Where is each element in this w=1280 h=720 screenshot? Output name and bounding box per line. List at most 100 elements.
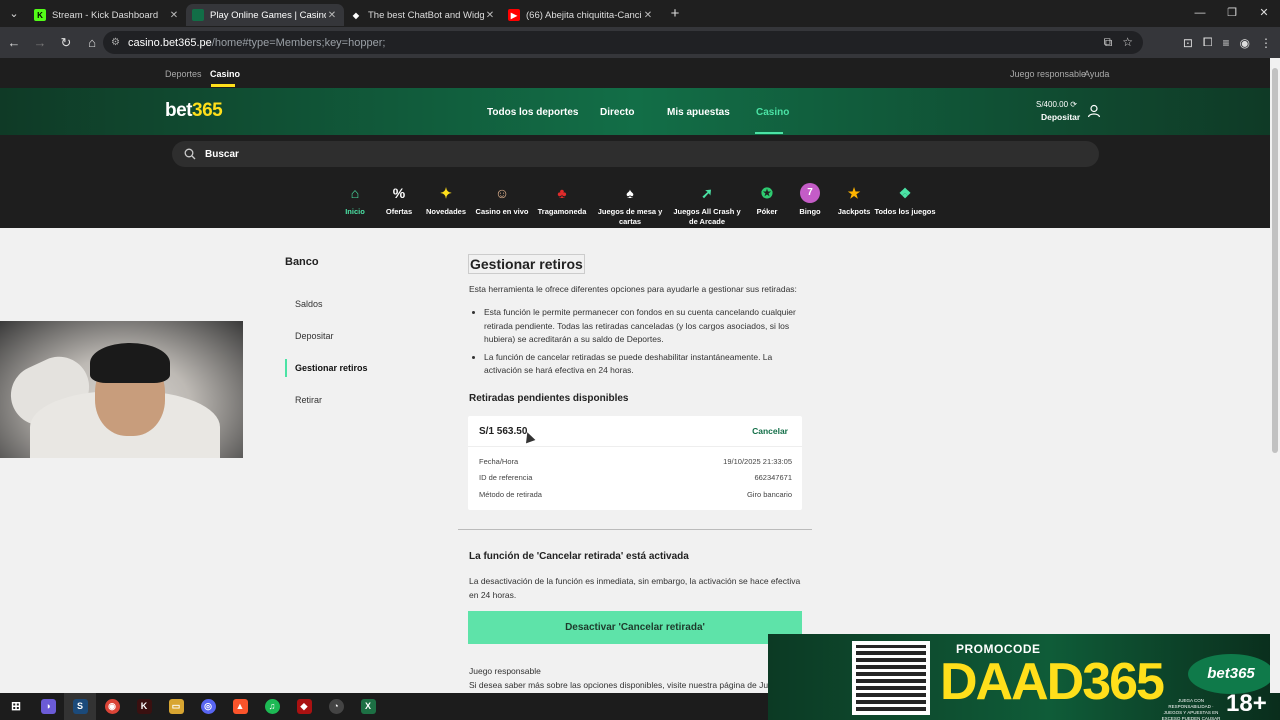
responsible-gaming-title: Juego responsable [469, 666, 541, 676]
reload-icon[interactable]: ↻ [54, 35, 78, 51]
window-controls: — ❐ ✕ [1184, 0, 1280, 27]
chrome-icon[interactable]: ◉ [96, 693, 128, 720]
tab-close-icon[interactable]: ✕ [484, 10, 496, 21]
new-tab-plus-icon[interactable]: + [664, 5, 686, 22]
nav-my-bets[interactable]: Mis apuestas [667, 107, 730, 118]
category-todos-los-juegos[interactable]: ❖ Todos los juegos [870, 183, 940, 217]
detail-row-reference: ID de referencia 662347671 [479, 473, 792, 482]
account-balance[interactable]: S/400.00 ⟳ [1036, 100, 1077, 109]
game-app-icon[interactable]: ◆ [288, 693, 320, 720]
webcam-hair [90, 343, 170, 383]
page-scrollbar[interactable] [1270, 58, 1280, 693]
promo-bet365-logo: bet365 [1188, 654, 1274, 694]
address-bar[interactable]: ⚙ casino.bet365.pe /home#type=Members;ke… [103, 31, 1143, 54]
brave-icon[interactable]: ▲ [224, 693, 256, 720]
bullet-item: Esta función le permite permanecer con f… [484, 306, 804, 347]
promo-disclaimer: JUEGA CON RESPONSABILIDAD · JUEGOS Y APU… [1161, 698, 1221, 720]
nav-all-sports[interactable]: Todos los deportes [487, 107, 579, 118]
profile-avatar-icon[interactable]: ◉ [1240, 36, 1250, 50]
category-tragamoneda[interactable]: ♣ Tragamoneda [527, 183, 597, 217]
bookmark-star-icon[interactable]: ☆ [1122, 35, 1133, 50]
top-link-help[interactable]: Ayuda [1084, 69, 1109, 79]
youtube-favicon-icon: ▶ [508, 9, 520, 21]
site-info-icon[interactable]: ⚙ [111, 37, 120, 48]
sidebar-item-saldos[interactable]: Saldos [285, 295, 425, 313]
nav-casino[interactable]: Casino [756, 107, 789, 118]
deactivate-cancel-withdrawal-button[interactable]: Desactivar 'Cancelar retirada' [468, 611, 802, 644]
search-row [0, 135, 1270, 173]
tab-bet365-casino[interactable]: Play Online Games | Casino, Ro ✕ [186, 4, 344, 26]
browser-toolbar: ← → ↻ ⌂ ⚙ casino.bet365.pe /home#type=Me… [0, 27, 1280, 58]
sidebar-item-retirar[interactable]: Retirar [285, 391, 425, 409]
category-label: Tragamoneda [537, 207, 587, 216]
search-input[interactable] [205, 148, 605, 160]
search-bar[interactable] [172, 141, 1099, 167]
home-icon: ⌂ [350, 185, 360, 201]
tab-chatbot-widgets[interactable]: ◆ The best ChatBot and Widgets ✕ [344, 4, 502, 26]
url-host: casino.bet365.pe [127, 36, 212, 49]
category-label: Casino en vivo [475, 207, 529, 216]
steam-icon[interactable]: S [64, 693, 96, 720]
home-icon[interactable]: ⌂ [80, 35, 104, 50]
close-window-icon[interactable]: ✕ [1248, 0, 1280, 27]
extensions-puzzle-icon[interactable]: ⧠ [1203, 35, 1213, 50]
restore-icon[interactable]: ❐ [1216, 0, 1248, 27]
category-label: Juegos All Crash y de Arcade [673, 207, 741, 226]
top-link-responsible-gaming[interactable]: Juego responsable [1010, 69, 1086, 79]
kick-favicon-icon: K [34, 9, 46, 21]
tab-close-icon[interactable]: ✕ [642, 10, 654, 21]
spotify-icon[interactable]: ♫ [256, 693, 288, 720]
sidebar-item-depositar[interactable]: Depositar [285, 327, 425, 345]
nav-live[interactable]: Directo [600, 107, 634, 118]
category-label: Jackpots [837, 207, 871, 216]
category-label: Juegos de mesa y cartas [597, 207, 663, 226]
top-link-casino[interactable]: Casino [210, 69, 240, 79]
translate-extension-icon[interactable]: ⊡ [1183, 36, 1193, 50]
file-explorer-icon[interactable]: ▭ [160, 693, 192, 720]
scrollbar-thumb[interactable] [1272, 68, 1278, 453]
user-account-icon[interactable] [1087, 104, 1101, 118]
cancel-withdrawal-button[interactable]: Cancelar [752, 426, 788, 436]
tab-search-chevron-icon[interactable]: ⌄ [0, 7, 28, 20]
sidebar-item-gestionar-retiros[interactable]: Gestionar retiros [285, 359, 425, 377]
category-label: Bingo [799, 207, 821, 216]
tab-close-icon[interactable]: ✕ [326, 10, 338, 21]
bullet-item: La función de cancelar retiradas se pued… [484, 351, 804, 378]
deposit-link[interactable]: Depositar [1041, 112, 1080, 122]
card-divider [468, 446, 802, 447]
nav-active-underline [755, 132, 783, 134]
top-link-sports[interactable]: Deportes [165, 69, 202, 79]
bet365-logo[interactable]: bet365 [165, 100, 223, 122]
offers-percent-icon: % [392, 185, 406, 201]
category-juegos-de-mesa[interactable]: ♠ Juegos de mesa y cartas [595, 183, 665, 227]
install-app-icon[interactable]: ⧉ [1104, 35, 1113, 50]
discord-icon[interactable]: ◎ [192, 693, 224, 720]
kick-app-icon[interactable]: K [128, 693, 160, 720]
detail-row-method: Método de retirada Giro bancario [479, 490, 792, 499]
forward-arrow-icon[interactable]: → [28, 35, 52, 50]
tab-kick-dashboard[interactable]: K Stream - Kick Dashboard ✕ [28, 4, 186, 26]
category-label: Todos los juegos [874, 207, 936, 216]
category-label: Ofertas [385, 207, 413, 216]
start-menu-icon[interactable]: ⊞ [0, 693, 32, 720]
poker-chip-icon: ✪ [761, 185, 773, 201]
back-arrow-icon[interactable]: ← [2, 35, 26, 50]
withdrawal-amount: S/1 563.50 [479, 426, 528, 437]
responsible-gaming-text: Si desea saber más sobre las opciones di… [469, 680, 769, 690]
tab-youtube-abejita[interactable]: ▶ (66) Abejita chiquitita-Cancione ✕ [502, 4, 660, 26]
promo-code-value: DAAD365 [940, 653, 1165, 711]
minimize-icon[interactable]: — [1184, 0, 1216, 27]
detail-label: Fecha/Hora [479, 457, 519, 466]
page-title: Gestionar retiros [468, 254, 585, 274]
live-dealer-icon: ☺ [494, 185, 510, 201]
logo-text: bet [165, 100, 193, 121]
tab-close-icon[interactable]: ✕ [168, 10, 180, 21]
browser-menu-icon[interactable]: ⋮ [1260, 36, 1272, 50]
excel-icon[interactable]: X [352, 693, 384, 720]
copilot-icon[interactable]: ◑ [32, 693, 64, 720]
obs-icon[interactable]: ◔ [320, 693, 352, 720]
media-control-icon[interactable]: ≡ [1223, 36, 1230, 50]
sidebar-title: Banco [285, 256, 319, 268]
logo-number: 365 [192, 100, 223, 121]
pending-withdrawals-heading: Retiradas pendientes disponibles [469, 393, 629, 404]
